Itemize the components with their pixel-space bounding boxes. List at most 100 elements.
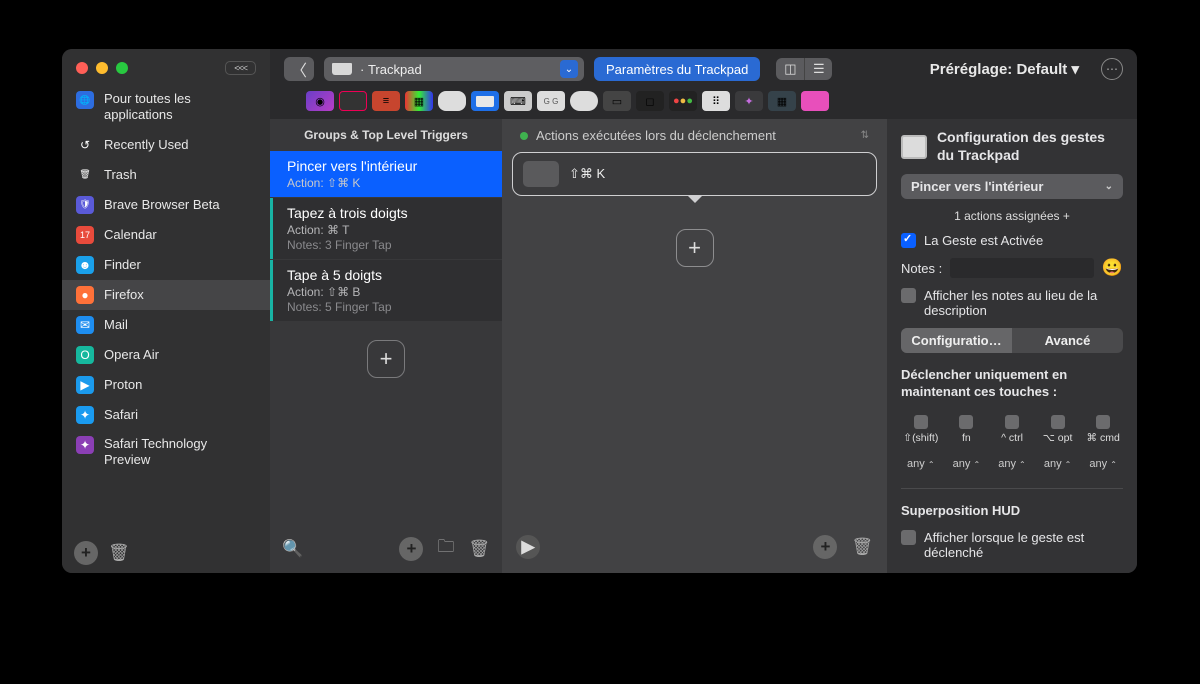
modifier-label: ⌘ cmd [1083, 432, 1123, 444]
actions-sort-icon[interactable]: ⇅ [861, 130, 869, 141]
zoom-window[interactable] [116, 62, 128, 74]
modifier-any-select[interactable]: any ⌃ [1083, 458, 1123, 470]
modifier-checkbox[interactable] [1005, 415, 1019, 429]
trigger-note: Notes: 5 Finger Tap [287, 300, 490, 314]
modifier-checkbox[interactable] [959, 415, 973, 429]
tab-configuration[interactable]: Configuratio… [901, 328, 1012, 353]
device-grid[interactable]: ▦ [405, 91, 433, 111]
show-notes-row[interactable]: Afficher les notes au lieu de la descrip… [901, 288, 1123, 318]
sidebar-item[interactable]: ✦Safari Technology Preview [62, 430, 270, 475]
app-icon: 🗑 [76, 166, 94, 184]
add-trigger-footer-button[interactable]: + [399, 537, 423, 561]
back-button[interactable]: 〈 [284, 57, 314, 81]
assigned-actions-label[interactable]: 1 actions assignées + [901, 209, 1123, 223]
sidebar-item[interactable]: ▶Proton [62, 370, 270, 400]
columns-view-button[interactable]: ◫ [776, 58, 804, 80]
folder-button[interactable]: 🗀 [437, 534, 454, 563]
hud-show-checkbox[interactable] [901, 530, 916, 545]
app-window: <<< 🌐Pour toutes les applications↺Recent… [62, 49, 1137, 573]
trackpad-settings-button[interactable]: Paramètres du Trackpad [594, 57, 760, 81]
device-trackpad[interactable] [471, 91, 499, 111]
show-notes-checkbox[interactable] [901, 288, 916, 303]
close-window[interactable] [76, 62, 88, 74]
add-action-footer-button[interactable]: + [813, 535, 837, 559]
modifier-any-select[interactable]: any ⌃ [992, 458, 1032, 470]
device-misc2[interactable]: ▦ [768, 91, 796, 111]
sidebar-item-label: Recently Used [104, 137, 189, 152]
modifier-checkbox[interactable] [1051, 415, 1065, 429]
gesture-enabled-row[interactable]: La Geste est Activée [901, 233, 1123, 248]
gesture-enabled-checkbox[interactable] [901, 233, 916, 248]
sidebar-item[interactable]: ✦Safari [62, 400, 270, 430]
gesture-enabled-label: La Geste est Activée [924, 233, 1043, 248]
minimize-window[interactable] [96, 62, 108, 74]
modifier-section-header: Déclencher uniquement en maintenant ces … [901, 367, 1123, 401]
sidebar-item[interactable]: ✉Mail [62, 310, 270, 340]
action-card[interactable]: ⇧⌘ K [512, 152, 877, 196]
gesture-dropdown[interactable]: Pincer vers l'intérieur ⌄ [901, 174, 1123, 199]
add-app-button[interactable]: + [74, 541, 98, 565]
device-magic-mouse[interactable] [570, 91, 598, 111]
sidebar-item-label: Trash [104, 167, 137, 182]
modifier-checkbox[interactable] [914, 415, 928, 429]
device-streamdeck[interactable]: ≡ [372, 91, 400, 111]
card-pointer-icon [687, 195, 703, 211]
device-dots[interactable]: ●●● [669, 91, 697, 111]
sidebar-item-label: Calendar [104, 227, 157, 242]
trackpad-icon [332, 63, 352, 75]
tab-advanced[interactable]: Avancé [1012, 328, 1123, 353]
config-tabs: Configuratio… Avancé [901, 328, 1123, 353]
modifier-checkbox[interactable] [1096, 415, 1110, 429]
more-menu-button[interactable]: ⋯ [1101, 58, 1123, 80]
app-icon: O [76, 346, 94, 364]
sidebar-item[interactable]: 🗑 Trash [62, 160, 270, 190]
modifier-any-select[interactable]: any ⌃ [901, 458, 941, 470]
app-list: 🌐Pour toutes les applications↺Recently U… [62, 79, 270, 533]
modifier-any-select[interactable]: any ⌃ [947, 458, 987, 470]
trigger-item[interactable]: Tape à 5 doigtsAction: ⇧⌘ BNotes: 5 Fing… [270, 260, 502, 321]
device-keyboard[interactable]: ⌨ [504, 91, 532, 111]
device-globe[interactable]: ◉ [306, 91, 334, 111]
hud-show-row[interactable]: Afficher lorsque le geste est déclenché [901, 530, 1123, 560]
trigger-title: Tape à 5 doigts [287, 267, 490, 283]
delete-trigger-button[interactable]: 🗑 [468, 539, 490, 559]
breadcrumb-chevron-icon[interactable]: ⌄ [560, 60, 578, 78]
list-view-button[interactable]: ☰ [804, 58, 832, 80]
add-trigger-button[interactable]: + [367, 340, 405, 378]
play-action-button[interactable]: ▶ [516, 535, 540, 559]
device-touchbar[interactable] [339, 91, 367, 111]
device-star[interactable]: ✦ [735, 91, 763, 111]
delete-action-button[interactable]: 🗑 [851, 537, 873, 557]
sidebar-item[interactable]: 17Calendar [62, 220, 270, 250]
triggers-column: Groups & Top Level Triggers Pincer vers … [270, 119, 502, 573]
sidebar-item[interactable]: ●Firefox [62, 280, 270, 310]
device-breadcrumb[interactable]: · Trackpad ⌄ [324, 57, 584, 81]
delete-app-button[interactable]: 🗑 [108, 543, 130, 563]
preset-selector[interactable]: Préréglage: Default ▾ [930, 60, 1079, 78]
sidebar-item[interactable]: 🌐Pour toutes les applications [62, 85, 270, 130]
trigger-item[interactable]: Tapez à trois doigtsAction: ⌘ TNotes: 3 … [270, 198, 502, 259]
toolbar: 〈 · Trackpad ⌄ Paramètres du Trackpad ◫ … [270, 49, 1137, 89]
emoji-picker-button[interactable]: 😀 [1102, 258, 1123, 278]
trigger-item[interactable]: Pincer vers l'intérieurAction: ⇧⌘ K [270, 151, 502, 197]
device-pink[interactable] [801, 91, 829, 111]
sidebar-item[interactable]: 🛡Brave Browser Beta [62, 190, 270, 220]
modifier-any-select[interactable]: any ⌃ [1038, 458, 1078, 470]
modifier-row: ⇧(shift)fn^ ctrl⌥ opt⌘ cmd [901, 415, 1123, 444]
trigger-title: Tapez à trois doigts [287, 205, 490, 221]
sidebar-item-label: Opera Air [104, 347, 159, 362]
sidebar-item[interactable]: O Opera Air [62, 340, 270, 370]
main-area: 〈 · Trackpad ⌄ Paramètres du Trackpad ◫ … [270, 49, 1137, 573]
content-columns: Groups & Top Level Triggers Pincer vers … [270, 119, 1137, 573]
device-remote[interactable]: ▭ [603, 91, 631, 111]
device-mouse[interactable] [438, 91, 466, 111]
sidebar-item[interactable]: ↺Recently Used [62, 130, 270, 160]
search-button[interactable]: 🔍 [282, 539, 303, 559]
collapse-sidebar-button[interactable]: <<< [225, 61, 256, 75]
notes-input[interactable] [950, 258, 1094, 278]
add-action-button[interactable]: + [676, 229, 714, 267]
device-misc1[interactable]: ⠿ [702, 91, 730, 111]
device-window[interactable]: ◻ [636, 91, 664, 111]
device-keys[interactable]: G G [537, 91, 565, 111]
sidebar-item[interactable]: ☻Finder [62, 250, 270, 280]
